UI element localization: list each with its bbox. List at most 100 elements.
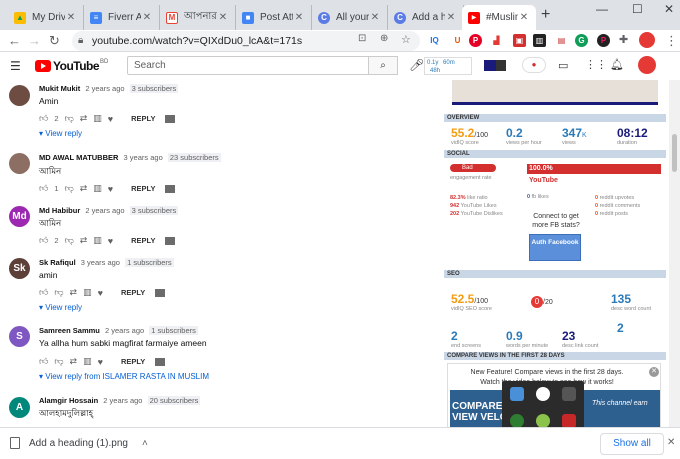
reply-button[interactable]: REPLY (121, 288, 145, 297)
vidiq-toggle-icon-2[interactable] (496, 60, 506, 71)
reply-button[interactable]: REPLY (131, 114, 155, 123)
grammarly-icon[interactable]: G (575, 34, 588, 47)
reply-button[interactable]: REPLY (131, 184, 155, 193)
chevron-up-icon[interactable]: ˄ (142, 438, 148, 449)
social-section-header[interactable]: SOCIAL (444, 150, 666, 158)
comment-time[interactable]: 2 years ago (85, 84, 124, 93)
back-icon[interactable]: ← (8, 33, 21, 48)
page-scrollbar[interactable] (669, 80, 680, 427)
like-icon[interactable]: 👍︎ (39, 113, 48, 124)
comment-time[interactable]: 2 years ago (103, 396, 142, 405)
close-shelf-icon[interactable]: ✕ (667, 437, 675, 448)
stats-icon[interactable]: ▥ (83, 287, 92, 298)
heart-icon[interactable]: ♥ (108, 184, 113, 194)
comment-author[interactable]: Alamgir Hossain (39, 396, 98, 405)
hamburger-menu-icon[interactable]: ☰ (10, 59, 21, 73)
youtube-logo[interactable]: YouTube BD (35, 59, 108, 73)
translate-icon[interactable]: ⇄ (70, 287, 78, 298)
pinterest-icon[interactable]: P (469, 34, 482, 47)
notifications-bell-icon[interactable]: 🔔︎ (610, 58, 624, 71)
close-icon[interactable]: ✕ (141, 12, 153, 23)
forward-icon[interactable]: → (28, 33, 41, 48)
extensions-puzzle-icon[interactable]: ✚ (619, 33, 628, 46)
auth-facebook-button[interactable]: Auth Facebook (529, 234, 581, 261)
account-avatar[interactable] (638, 56, 656, 74)
vidiq-reply-icon[interactable] (165, 236, 176, 245)
comment-time[interactable]: 3 years ago (81, 258, 120, 267)
translate-icon[interactable]: ⇄ (80, 235, 88, 246)
avatar[interactable]: A (9, 397, 30, 418)
vidiq-reply-icon[interactable] (155, 288, 166, 297)
comment-author[interactable]: Mukit Mukit (39, 84, 80, 93)
reply-button[interactable]: REPLY (121, 357, 145, 366)
reload-icon[interactable]: ↻ (49, 33, 60, 49)
stats-icon[interactable]: ▥ (93, 235, 102, 246)
dislike-icon[interactable]: 👎︎ (65, 235, 74, 246)
close-icon[interactable]: ✕ (65, 12, 77, 23)
close-icon[interactable]: ✕ (293, 12, 305, 23)
view-reply-link[interactable]: ▾ View reply (39, 129, 82, 138)
vidiq-reply-icon[interactable] (155, 357, 166, 366)
dislike-icon[interactable]: 👎︎ (65, 183, 74, 194)
tray-acrobat-icon[interactable] (562, 414, 576, 428)
comment-author[interactable]: MD AWAL MATUBBER (39, 153, 118, 162)
close-icon[interactable]: ✕ (445, 12, 457, 23)
microphone-icon[interactable]: 🎤︎ (409, 58, 424, 72)
install-icon[interactable]: ⊡ (358, 33, 366, 44)
tray-green-icon[interactable] (510, 414, 524, 428)
dislike-icon[interactable]: 👎︎ (54, 287, 63, 298)
pink-extension-icon[interactable]: P (597, 34, 610, 47)
apps-grid-icon[interactable]: ⋮⋮ (585, 58, 607, 71)
comment-author[interactable]: Md Habibur (39, 206, 80, 215)
scrollbar-thumb[interactable] (672, 134, 677, 172)
vidiq-extension-icon[interactable]: IQ (428, 34, 441, 47)
translate-icon[interactable]: ⇄ (80, 113, 88, 124)
grid-extension-icon[interactable]: ▤ (555, 34, 568, 47)
tab-my-drive[interactable]: ▲ My Drive ✕ (8, 5, 84, 30)
translate-icon[interactable]: ⇄ (80, 183, 88, 194)
bookmark-star-icon[interactable]: ☆ (401, 33, 411, 46)
close-icon[interactable]: ✕ (518, 12, 530, 23)
tab-youtube-active[interactable]: ▶ #Muslim ✕ (462, 5, 536, 30)
heart-icon[interactable]: ♥ (98, 288, 103, 298)
dislike-icon[interactable]: 👎︎ (54, 356, 63, 367)
vidiq-reply-icon[interactable] (165, 114, 176, 123)
avatar[interactable]: S (9, 326, 30, 347)
tab-gmail[interactable]: M আপনার ✕ (160, 5, 236, 30)
translate-icon[interactable]: ⇄ (70, 356, 78, 367)
vidiq-reply-icon[interactable] (165, 184, 176, 193)
seo-section-header[interactable]: SEO (444, 270, 666, 278)
view-reply-link[interactable]: ▾ View reply from ISLAMER RASTA IN MUSLI… (39, 372, 209, 381)
avatar[interactable]: Sk (9, 258, 30, 279)
tab-all-your[interactable]: C All your c ✕ (312, 5, 388, 30)
zoom-icon[interactable]: ⊕ (380, 33, 388, 44)
stats-icon[interactable]: ▥ (93, 183, 102, 194)
like-icon[interactable]: 👍︎ (39, 356, 48, 367)
vidiq-score-pill[interactable]: ● (522, 57, 546, 73)
avatar[interactable]: Md (9, 206, 30, 227)
like-icon[interactable]: 👍︎ (39, 235, 48, 246)
comment-time[interactable]: 2 years ago (85, 206, 124, 215)
close-icon[interactable]: ✕ (217, 12, 229, 23)
close-icon[interactable]: ✕ (369, 12, 381, 23)
heart-icon[interactable]: ♥ (108, 236, 113, 246)
avatar[interactable] (9, 85, 30, 106)
related-video-thumbnail[interactable] (452, 80, 658, 105)
heart-icon[interactable]: ♥ (108, 114, 113, 124)
address-bar[interactable]: 🔒︎ youtube.com/watch?v=QIXdDu0_lcA&t=171… (72, 31, 420, 51)
reply-button[interactable]: REPLY (131, 236, 155, 245)
compare-section-header[interactable]: COMPARE VIEWS IN THE FIRST 28 DAYS (444, 352, 666, 360)
chart-extension-icon[interactable]: ▟ (490, 34, 503, 47)
view-reply-link[interactable]: ▾ View reply (39, 303, 82, 312)
profile-avatar[interactable] (639, 32, 655, 48)
tray-app-icon[interactable] (510, 387, 524, 401)
create-video-icon[interactable]: ▭ (558, 59, 568, 72)
heart-icon[interactable]: ♥ (98, 357, 103, 367)
maximize-button[interactable]: ☐ (632, 2, 643, 16)
dark-extension-icon[interactable]: ▥ (533, 34, 546, 47)
avatar[interactable] (9, 153, 30, 174)
window-close-button[interactable]: ✕ (664, 2, 674, 16)
like-icon[interactable]: 👍︎ (39, 183, 48, 194)
close-notice-icon[interactable]: ✕ (649, 367, 659, 377)
search-button[interactable]: ⌕ (368, 56, 398, 75)
